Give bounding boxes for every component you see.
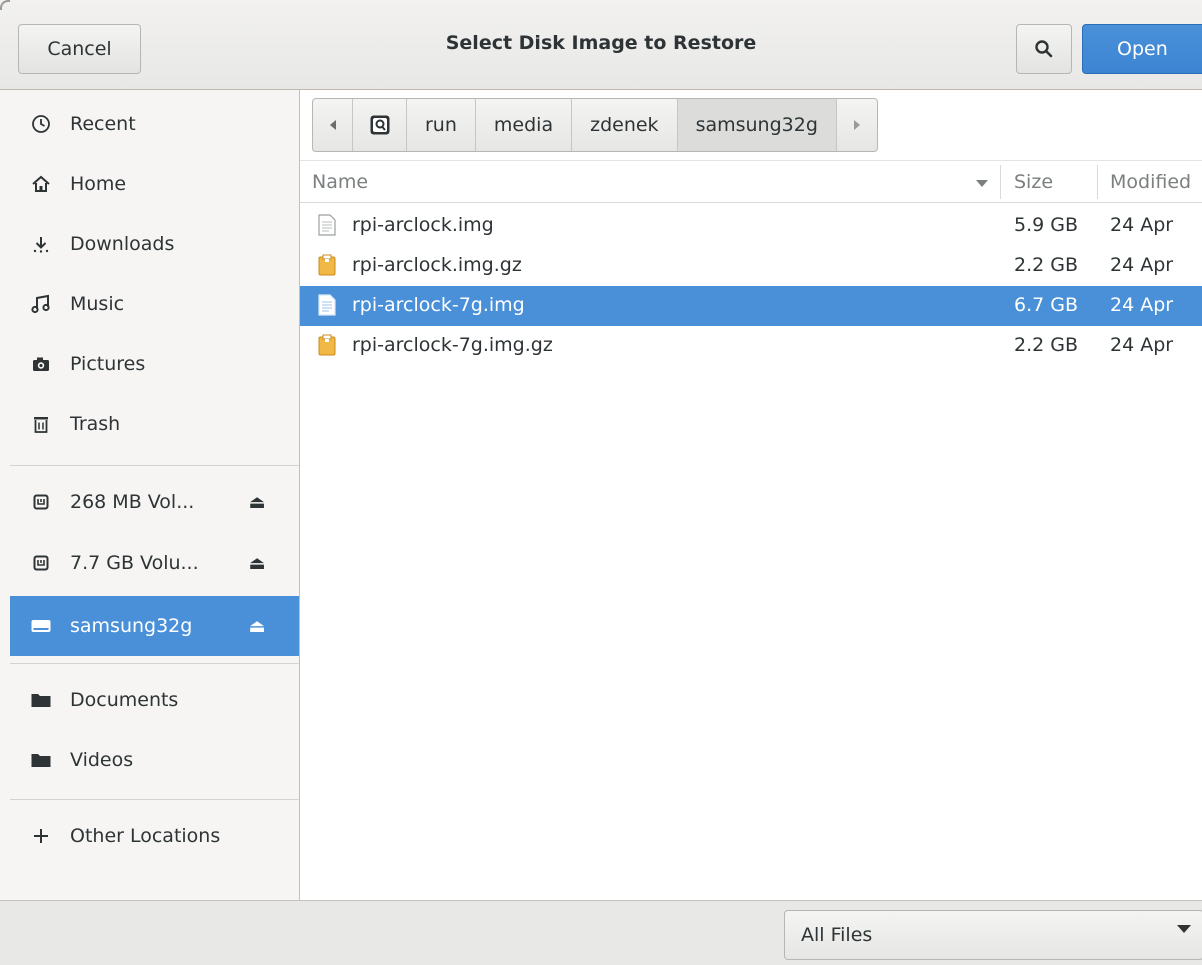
archive-file-icon [318, 254, 336, 276]
sidebar-item-label: Trash [70, 413, 121, 435]
sidebar-item-other-locations[interactable]: Other Locations [10, 806, 299, 866]
file-size: 5.9 GB [1014, 214, 1079, 236]
sidebar-item-label: 7.7 GB Volu... [70, 552, 199, 574]
sidebar-item-trash[interactable]: Trash [10, 394, 299, 454]
path-forward-button[interactable] [837, 99, 877, 151]
path-crumb-zdenek[interactable]: zdenek [572, 99, 678, 151]
file-size: 2.2 GB [1014, 334, 1079, 356]
file-row[interactable]: rpi-arclock.img 5.9 GB 24 Apr [300, 206, 1202, 246]
file-filter-dropdown[interactable]: All Files [784, 910, 1202, 960]
window-corner [0, 0, 10, 10]
text-file-icon [318, 294, 336, 316]
column-name-header[interactable]: Name [312, 171, 368, 193]
sidebar-item-label: Downloads [70, 233, 175, 255]
sidebar-item-device-7gb[interactable]: 7.7 GB Volu... ⏏ [10, 533, 299, 593]
sidebar-item-pictures[interactable]: Pictures [10, 334, 299, 394]
file-row[interactable]: rpi-arclock-7g.img.gz 2.2 GB 24 Apr [300, 326, 1202, 366]
camera-icon [28, 352, 54, 376]
sidebar-item-home[interactable]: Home [10, 154, 299, 214]
sidebar-item-label: Documents [70, 689, 179, 711]
sidebar-item-downloads[interactable]: Downloads [10, 214, 299, 274]
sort-down-icon [976, 180, 988, 187]
eject-icon[interactable]: ⏏ [237, 553, 277, 574]
path-back-button[interactable] [313, 99, 353, 151]
sidebar-item-videos[interactable]: Videos [10, 730, 299, 790]
folder-icon [28, 688, 54, 712]
header-bar: Cancel Select Disk Image to Restore Open [0, 0, 1202, 90]
hard-disk-icon [370, 115, 389, 135]
clock-icon [28, 112, 54, 136]
folder-icon [28, 748, 54, 772]
sidebar-item-label: Recent [70, 113, 136, 135]
file-name: rpi-arclock-7g.img [352, 294, 525, 316]
sidebar-separator [10, 799, 299, 800]
trash-icon [28, 412, 54, 436]
text-file-icon [318, 214, 336, 236]
chevron-left-icon [329, 120, 336, 130]
places-sidebar: Recent Home Downloads Music Pictures Tra… [0, 90, 300, 900]
sidebar-item-label: Videos [70, 749, 134, 771]
sidebar-separator [10, 465, 299, 466]
sidebar-item-label: samsung32g [70, 615, 193, 637]
archive-file-icon [318, 334, 336, 356]
chevron-right-icon [853, 120, 860, 130]
column-divider [1000, 165, 1001, 199]
path-crumb-media[interactable]: media [476, 99, 573, 151]
path-crumb-run[interactable]: run [407, 99, 476, 151]
eject-icon[interactable]: ⏏ [237, 616, 277, 637]
file-size: 6.7 GB [1014, 294, 1079, 316]
sidebar-item-label: Pictures [70, 353, 146, 375]
sidebar-item-device-268mb[interactable]: 268 MB Vol... ⏏ [10, 472, 299, 532]
path-bar: run media zdenek samsung32g [312, 98, 878, 152]
file-modified: 24 Apr [1110, 334, 1174, 356]
sidebar-item-device-samsung32g[interactable]: samsung32g ⏏ [10, 596, 299, 656]
sidebar-item-label: Other Locations [70, 825, 221, 847]
plus-icon [28, 824, 54, 848]
drive-icon [28, 551, 54, 575]
column-divider [1097, 165, 1098, 199]
search-button[interactable] [1016, 24, 1072, 74]
sidebar-item-music[interactable]: Music [10, 274, 299, 334]
column-header: Name Size Modified [300, 160, 1202, 203]
music-icon [28, 292, 54, 316]
file-row[interactable]: rpi-arclock-7g.img 6.7 GB 24 Apr [300, 286, 1202, 326]
open-button[interactable]: Open [1082, 24, 1202, 74]
file-name: rpi-arclock.img.gz [352, 254, 522, 276]
path-root-button[interactable] [353, 99, 407, 151]
file-modified: 24 Apr [1110, 254, 1174, 276]
file-modified: 24 Apr [1110, 294, 1174, 316]
file-list: Name Size Modified rpi-arclock.img 5.9 G… [300, 160, 1202, 900]
path-crumb-samsung32g[interactable]: samsung32g [677, 99, 837, 151]
sidebar-item-label: Music [70, 293, 125, 315]
filter-selected-value: All Files [801, 924, 873, 946]
file-name: rpi-arclock-7g.img.gz [352, 334, 553, 356]
sidebar-item-documents[interactable]: Documents [10, 670, 299, 730]
column-modified-header[interactable]: Modified [1110, 171, 1191, 193]
file-size: 2.2 GB [1014, 254, 1079, 276]
chevron-down-icon [1177, 925, 1191, 933]
home-icon [28, 172, 54, 196]
sidebar-separator [10, 663, 299, 664]
column-size-header[interactable]: Size [1014, 171, 1053, 193]
sidebar-item-label: 268 MB Vol... [70, 491, 195, 513]
drive-icon [28, 490, 54, 514]
eject-icon[interactable]: ⏏ [237, 492, 277, 513]
sidebar-item-recent[interactable]: Recent [10, 94, 299, 154]
search-icon [1035, 40, 1053, 58]
sidebar-item-label: Home [70, 173, 127, 195]
file-modified: 24 Apr [1110, 214, 1174, 236]
file-row[interactable]: rpi-arclock.img.gz 2.2 GB 24 Apr [300, 246, 1202, 286]
drive-icon [28, 614, 54, 638]
download-icon [28, 232, 54, 256]
file-name: rpi-arclock.img [352, 214, 494, 236]
